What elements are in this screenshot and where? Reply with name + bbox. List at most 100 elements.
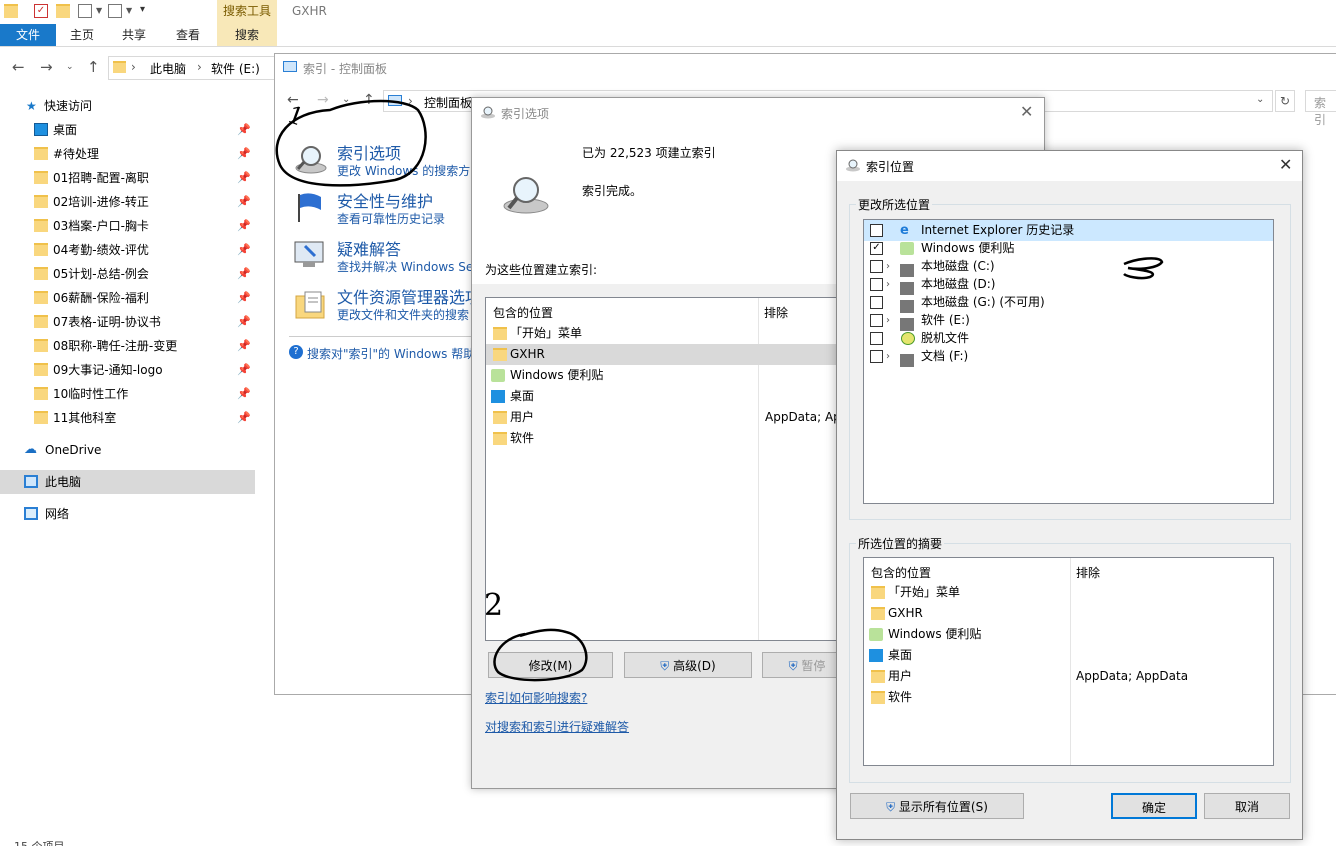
item-name: GXHR [888,606,923,620]
show-all-locations-button[interactable]: ⛨ 显示所有位置(S) [850,793,1024,819]
pin-icon[interactable]: 📌 [237,334,251,358]
sidebar-item-11[interactable]: 11其他科室 📌 [20,406,255,430]
sidebar-onedrive[interactable]: ☁ OneDrive [20,438,255,462]
cp-link-file-explorer-options[interactable]: 文件资源管理器选项 [337,284,481,308]
desktop-icon [869,649,883,662]
breadcrumb-control-panel[interactable]: 控制面板 [424,94,472,111]
sidebar-item-08[interactable]: 08职称-聘任-注册-变更 📌 [20,334,255,358]
cp-link-indexing-options[interactable]: 索引选项 [337,140,401,164]
new-folder-icon[interactable] [56,4,70,18]
recent-locations-icon[interactable]: ⌄ [66,53,74,81]
checkbox[interactable] [870,332,883,345]
sidebar-item-04[interactable]: 04考勤-绩效-评优 📌 [20,238,255,262]
tab-home[interactable]: 主页 [58,24,106,46]
properties-icon[interactable]: ✓ [34,4,48,18]
expand-icon[interactable]: › [886,346,890,367]
close-icon[interactable]: ✕ [1279,155,1292,174]
help-link[interactable]: 搜索对"索引"的 Windows 帮助 [307,345,473,362]
sidebar-item-09[interactable]: 09大事记-通知-logo 📌 [20,358,255,382]
sidebar-item-desktop[interactable]: 桌面 📌 [20,118,255,142]
back-icon[interactable]: ← [12,53,25,81]
desktop-icon [34,123,48,136]
modify-button[interactable]: 修改(M) [488,652,613,678]
sidebar-this-pc[interactable]: 此电脑 [0,470,255,494]
checkbox[interactable] [870,278,883,291]
tab-file[interactable]: 文件 [0,24,56,46]
pin-icon[interactable]: 📌 [237,166,251,190]
summary-list[interactable]: 包含的位置 排除 「开始」菜单 GXHR Windows 便利贴 桌面 用户 A… [863,557,1274,766]
column-header-included[interactable]: 包含的位置 [871,564,931,581]
checkbox[interactable] [870,314,883,327]
ok-button[interactable]: 确定 [1111,793,1197,819]
offline-files-icon [901,332,915,345]
checkbox[interactable] [870,260,883,273]
pin-icon[interactable]: 📌 [237,262,251,286]
column-header-excluded[interactable]: 排除 [764,304,788,321]
sidebar-item-label: 05计划-总结-例会 [53,267,149,281]
locations-tree[interactable]: e Internet Explorer 历史记录 ✓ Windows 便利贴 ›… [863,219,1274,504]
pin-icon[interactable]: 📌 [237,238,251,262]
chevron-down-icon[interactable]: ⌄ [1256,94,1264,105]
chevron-down-icon[interactable]: ▼ [96,6,102,15]
quick-access[interactable]: ★ 快速访问 [20,94,255,118]
sidebar-item-pending[interactable]: #待处理 📌 [20,142,255,166]
pin-icon[interactable]: 📌 [237,142,251,166]
column-header-included[interactable]: 包含的位置 [493,304,553,321]
folder-icon[interactable] [4,4,18,18]
pin-icon[interactable]: 📌 [237,190,251,214]
tree-item-drive-f[interactable]: › 文档 (F:) [864,346,1273,367]
cancel-button[interactable]: 取消 [1204,793,1290,819]
cp-search-box[interactable]: 索引 [1305,90,1336,127]
view-icon[interactable] [108,4,122,18]
pin-icon[interactable]: 📌 [237,406,251,430]
cp-sub-indexing-options[interactable]: 更改 Windows 的搜索方 [337,162,473,179]
cp-sub-file-explorer-options[interactable]: 更改文件和文件夹的搜索 [337,306,473,323]
cp-link-security-maintenance[interactable]: 安全性与维护 [337,188,433,212]
chevron-down-icon[interactable]: ▼ [126,6,132,15]
pin-icon[interactable]: 📌 [237,214,251,238]
column-header-excluded[interactable]: 排除 [1076,564,1100,581]
pin-icon[interactable]: 📌 [237,310,251,334]
pin-icon[interactable]: 📌 [237,118,251,142]
how-indexing-affects-link[interactable]: 索引如何影响搜索? [485,689,587,706]
forward-icon[interactable]: → [317,92,329,108]
layout-icon[interactable] [78,4,92,18]
checkbox[interactable] [870,350,883,363]
checkbox-checked[interactable]: ✓ [870,242,883,255]
chevron-down-icon[interactable]: ⌄ [342,94,350,105]
cp-sub-security-maintenance[interactable]: 查看可靠性历史记录 [337,210,445,227]
sidebar-item-02[interactable]: 02培训-进修-转正 📌 [20,190,255,214]
pin-icon[interactable]: 📌 [237,382,251,406]
customize-toolbar-icon[interactable]: ▾ [140,4,145,15]
refresh-icon[interactable]: ↻ [1275,90,1295,112]
cp-sub-troubleshooting[interactable]: 查找并解决 Windows Se [337,258,473,275]
forward-icon[interactable]: → [40,53,53,81]
close-icon[interactable]: ✕ [1020,102,1033,121]
folder-icon [871,586,885,599]
tab-search[interactable]: 搜索 [217,24,277,46]
item-exclude: AppData; Ap [765,410,841,424]
sidebar-item-10[interactable]: 10临时性工作 📌 [20,382,255,406]
folder-icon [34,147,48,160]
up-icon[interactable]: ↑ [363,92,375,108]
cloud-icon: ☁ [24,442,37,457]
address-bar[interactable]: › 此电脑 › 软件 (E:) [108,56,275,80]
pin-icon[interactable]: 📌 [237,286,251,310]
tab-view[interactable]: 查看 [164,24,212,46]
sidebar-item-06[interactable]: 06薪酬-保险-福利 📌 [20,286,255,310]
checkbox[interactable] [870,224,883,237]
sidebar-network[interactable]: 网络 [20,502,255,526]
troubleshoot-link[interactable]: 对搜索和索引进行疑难解答 [485,718,629,735]
up-icon[interactable]: ↑ [87,53,100,81]
sidebar-item-05[interactable]: 05计划-总结-例会 📌 [20,262,255,286]
sidebar-item-01[interactable]: 01招聘-配置-离职 📌 [20,166,255,190]
sidebar-item-03[interactable]: 03档案-户口-胸卡 📌 [20,214,255,238]
cp-link-troubleshooting[interactable]: 疑难解答 [337,236,401,260]
advanced-button[interactable]: ⛨ 高级(D) [624,652,752,678]
sidebar-item-07[interactable]: 07表格-证明-协议书 📌 [20,310,255,334]
pin-icon[interactable]: 📌 [237,358,251,382]
breadcrumb-this-pc[interactable]: 此电脑 [150,60,186,77]
checkbox[interactable] [870,296,883,309]
tab-share[interactable]: 共享 [110,24,158,46]
breadcrumb-drive-e[interactable]: 软件 (E:) [211,60,260,77]
